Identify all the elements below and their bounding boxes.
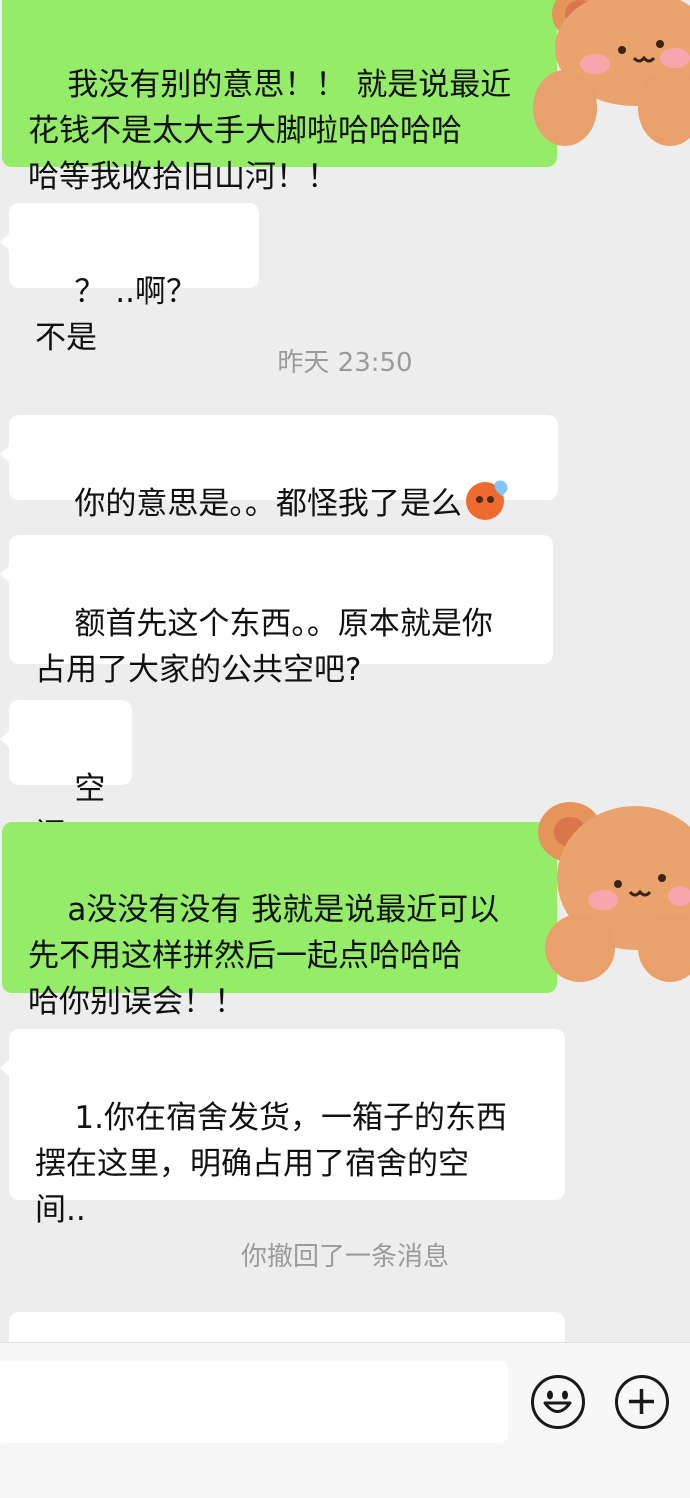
chat-area[interactable]: 我没有别的意思！！ 就是说最近 花钱不是太大手大脚啦哈哈哈哈 哈等我收拾旧山河！…: [0, 0, 690, 1342]
message-bubble-incoming[interactable]: 额首先这个东西。。原本就是你 占用了大家的公共空吧?: [0, 535, 553, 688]
smiley-face-icon[interactable]: [531, 1375, 585, 1429]
message-text: 1.你在宿舍发货，一箱子的东西 摆在这里，明确占用了宿舍的空 间..: [35, 1100, 507, 1228]
message-text: 我没有别的意思！！ 就是说最近 花钱不是太大手大脚啦哈哈哈哈 哈等我收拾旧山河！…: [28, 67, 512, 195]
message-text: 你的意思是。。都怪我了是么: [74, 486, 462, 522]
message-bubble-incoming[interactable]: 你的意思是。。都怪我了是么: [0, 415, 558, 522]
bear-bubble-sticker: [533, 0, 690, 146]
message-bubble-incoming[interactable]: 1.你在宿舍发货，一箱子的东西 摆在这里，明确占用了宿舍的空 间..: [0, 1029, 565, 1228]
message-text: 额首先这个东西。。原本就是你 占用了大家的公共空吧?: [35, 606, 493, 688]
message-bubble-outgoing[interactable]: a没没有没有 我就是说最近可以 先不用这样拼然后一起点哈哈哈 哈你别误会！！: [2, 822, 557, 1020]
message-bubble-incoming[interactable]: 空间: [0, 700, 132, 853]
message-bubble-incoming[interactable]: ？ ..啊？ 不是: [0, 203, 259, 356]
message-bubble-incoming-partial[interactable]: [9, 1312, 565, 1342]
input-toolbar: [0, 1342, 690, 1498]
recalled-notice: 你撤回了一条消息: [240, 1242, 449, 1272]
message-input[interactable]: [0, 1361, 508, 1443]
timestamp: 昨天 23:50: [277, 348, 413, 378]
bear-bubble-sticker: [538, 802, 690, 982]
message-text: a没没有没有 我就是说最近可以 先不用这样拼然后一起点哈哈哈 哈你别误会！！: [28, 892, 500, 1020]
plus-circle-icon[interactable]: [615, 1375, 669, 1429]
message-bubble-outgoing[interactable]: 我没有别的意思！！ 就是说最近 花钱不是太大手大脚啦哈哈哈哈 哈等我收拾旧山河！…: [2, 0, 557, 195]
sweat-pouting-face-icon: [465, 477, 511, 520]
